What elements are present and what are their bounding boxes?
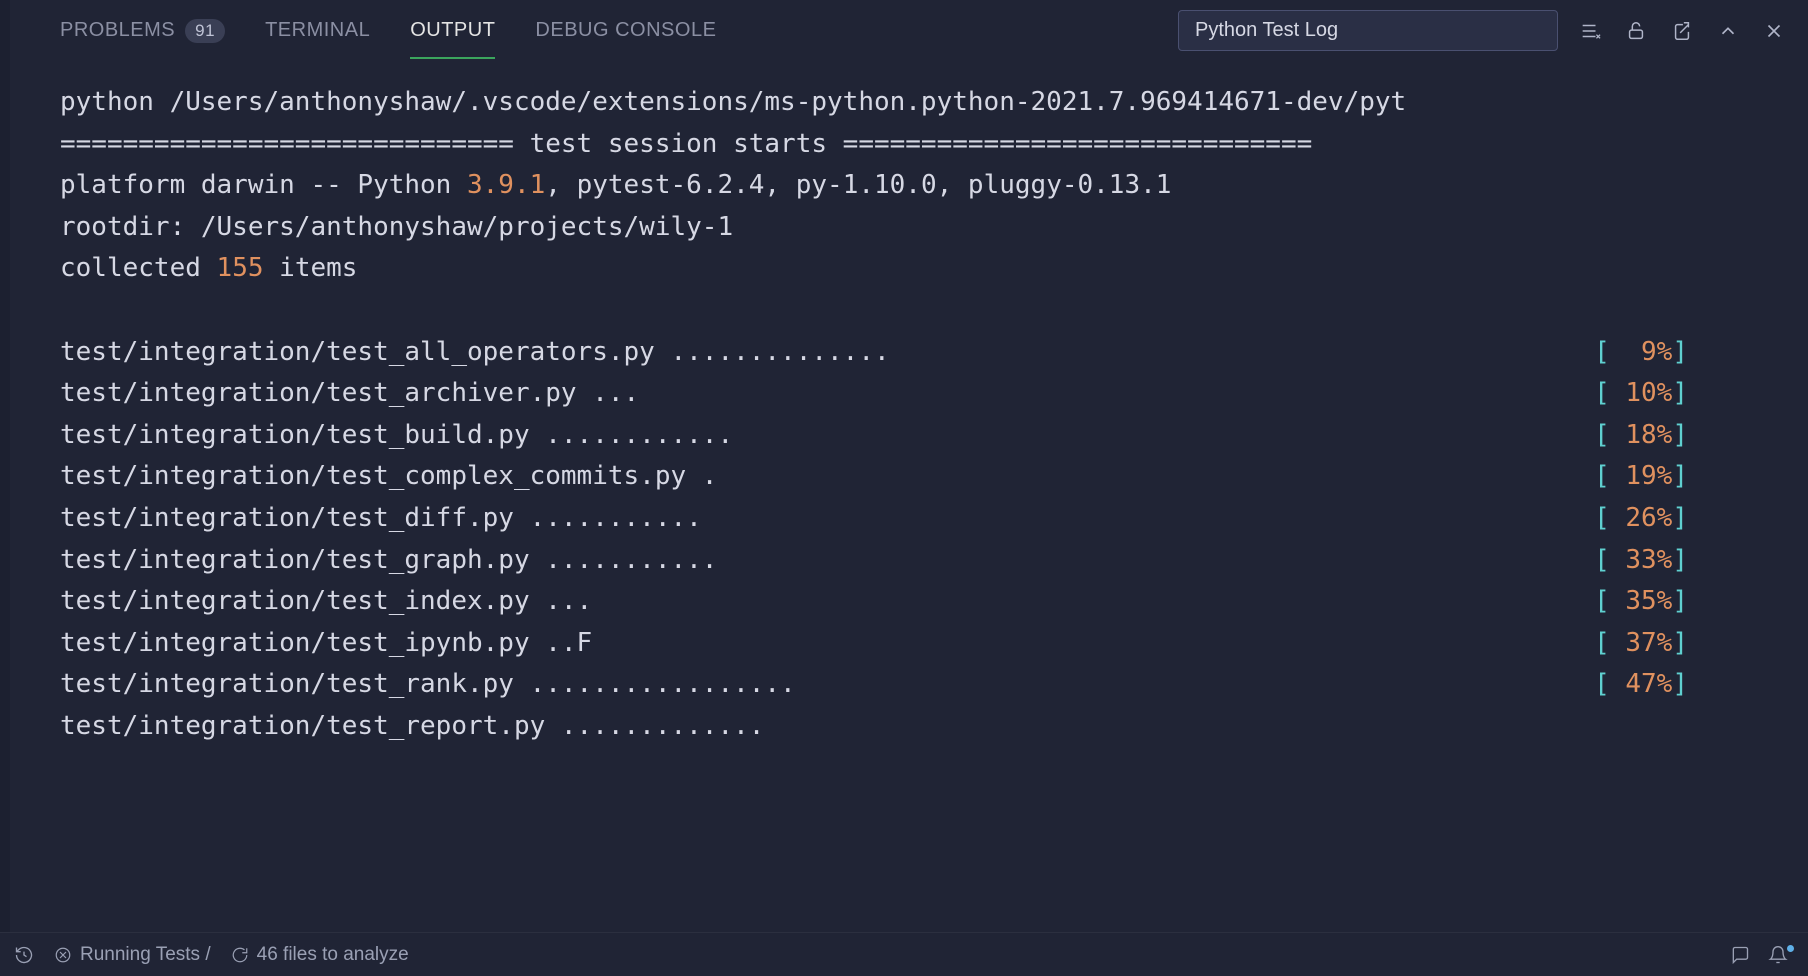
output-channel-selected: Python Test Log (1195, 19, 1338, 42)
expand-panel-icon[interactable] (1714, 17, 1742, 45)
status-feedback-icon[interactable] (1730, 945, 1750, 965)
test-result-row: test/integration/test_ipynb.py ..F [ 37%] (60, 623, 1808, 665)
tab-problems-label: PROBLEMS (60, 19, 175, 42)
test-file: test/integration/test_diff.py ..........… (60, 498, 702, 540)
tab-terminal[interactable]: TERMINAL (265, 4, 370, 57)
output-line: platform darwin -- Python 3.9.1, pytest-… (60, 170, 1171, 200)
output-channel-dropdown[interactable]: Python Test Log (1178, 10, 1558, 51)
clear-output-icon[interactable] (1576, 17, 1604, 45)
test-file: test/integration/test_ipynb.py ..F (60, 623, 592, 665)
output-line: ============================= test sessi… (60, 129, 1312, 159)
test-progress: [ 26%] (1594, 498, 1688, 540)
test-file: test/integration/test_index.py ... (60, 581, 592, 623)
test-progress: [ 47%] (1594, 664, 1688, 706)
output-content[interactable]: python /Users/anthonyshaw/.vscode/extens… (0, 62, 1808, 932)
status-files-analyze[interactable]: 46 files to analyze (231, 944, 409, 966)
collected-count: 155 (217, 253, 264, 283)
test-result-row: test/integration/test_rank.py ..........… (60, 664, 1808, 706)
problems-count-badge: 91 (185, 19, 225, 43)
tab-problems[interactable]: PROBLEMS 91 (60, 4, 225, 58)
test-progress: [ 37%] (1594, 623, 1688, 665)
python-version: 3.9.1 (467, 170, 545, 200)
status-running-tests[interactable]: Running Tests / (54, 944, 211, 966)
status-notifications-icon[interactable] (1768, 945, 1794, 965)
test-result-row: test/integration/test_graph.py .........… (60, 540, 1808, 582)
test-result-row: test/integration/test_archiver.py ... [ 1… (60, 373, 1808, 415)
test-progress: [ 33%] (1594, 540, 1688, 582)
test-file: test/integration/test_rank.py ..........… (60, 664, 796, 706)
open-log-file-icon[interactable] (1668, 17, 1696, 45)
tab-output-label: OUTPUT (410, 19, 495, 42)
test-file: test/integration/test_all_operators.py .… (60, 332, 890, 374)
test-progress: [ 35%] (1594, 581, 1688, 623)
status-files-analyze-label: 46 files to analyze (257, 944, 409, 966)
tab-terminal-label: TERMINAL (265, 19, 370, 42)
tab-debug-console-label: DEBUG CONSOLE (535, 19, 716, 42)
status-history-icon[interactable] (14, 945, 34, 965)
test-progress: [ 18%] (1594, 415, 1688, 457)
panel-header: PROBLEMS 91 TERMINAL OUTPUT DEBUG CONSOL… (0, 0, 1808, 62)
test-result-row: test/integration/test_complex_commits.py… (60, 456, 1808, 498)
test-result-row: test/integration/test_index.py ... [ 35%] (60, 581, 1808, 623)
panel-tabs: PROBLEMS 91 TERMINAL OUTPUT DEBUG CONSOL… (60, 4, 716, 58)
tab-output[interactable]: OUTPUT (410, 4, 495, 59)
test-result-row: test/integration/test_diff.py ..........… (60, 498, 1808, 540)
test-progress: [ 19%] (1594, 456, 1688, 498)
test-result-row: test/integration/test_all_operators.py .… (60, 332, 1808, 374)
test-file: test/integration/test_graph.py .........… (60, 540, 717, 582)
test-file: test/integration/test_complex_commits.py… (60, 456, 717, 498)
test-progress: [ 10%] (1594, 373, 1688, 415)
test-result-row: test/integration/test_report.py ........… (60, 706, 1808, 748)
panel-header-actions: Python Test Log (1178, 10, 1788, 51)
unlock-scroll-icon[interactable] (1622, 17, 1650, 45)
notification-dot-icon (1787, 945, 1794, 952)
close-panel-icon[interactable] (1760, 17, 1788, 45)
test-file: test/integration/test_report.py ........… (60, 706, 764, 748)
output-line: rootdir: /Users/anthonyshaw/projects/wil… (60, 212, 733, 242)
tab-debug-console[interactable]: DEBUG CONSOLE (535, 4, 716, 57)
test-file: test/integration/test_archiver.py ... (60, 373, 639, 415)
status-bar: Running Tests / 46 files to analyze (0, 932, 1808, 976)
output-line: python /Users/anthonyshaw/.vscode/extens… (60, 87, 1406, 117)
test-file: test/integration/test_build.py .........… (60, 415, 733, 457)
test-progress: [ 9%] (1594, 332, 1688, 374)
output-line: collected 155 items (60, 253, 357, 283)
test-result-row: test/integration/test_build.py .........… (60, 415, 1808, 457)
status-running-tests-label: Running Tests / (80, 944, 211, 966)
